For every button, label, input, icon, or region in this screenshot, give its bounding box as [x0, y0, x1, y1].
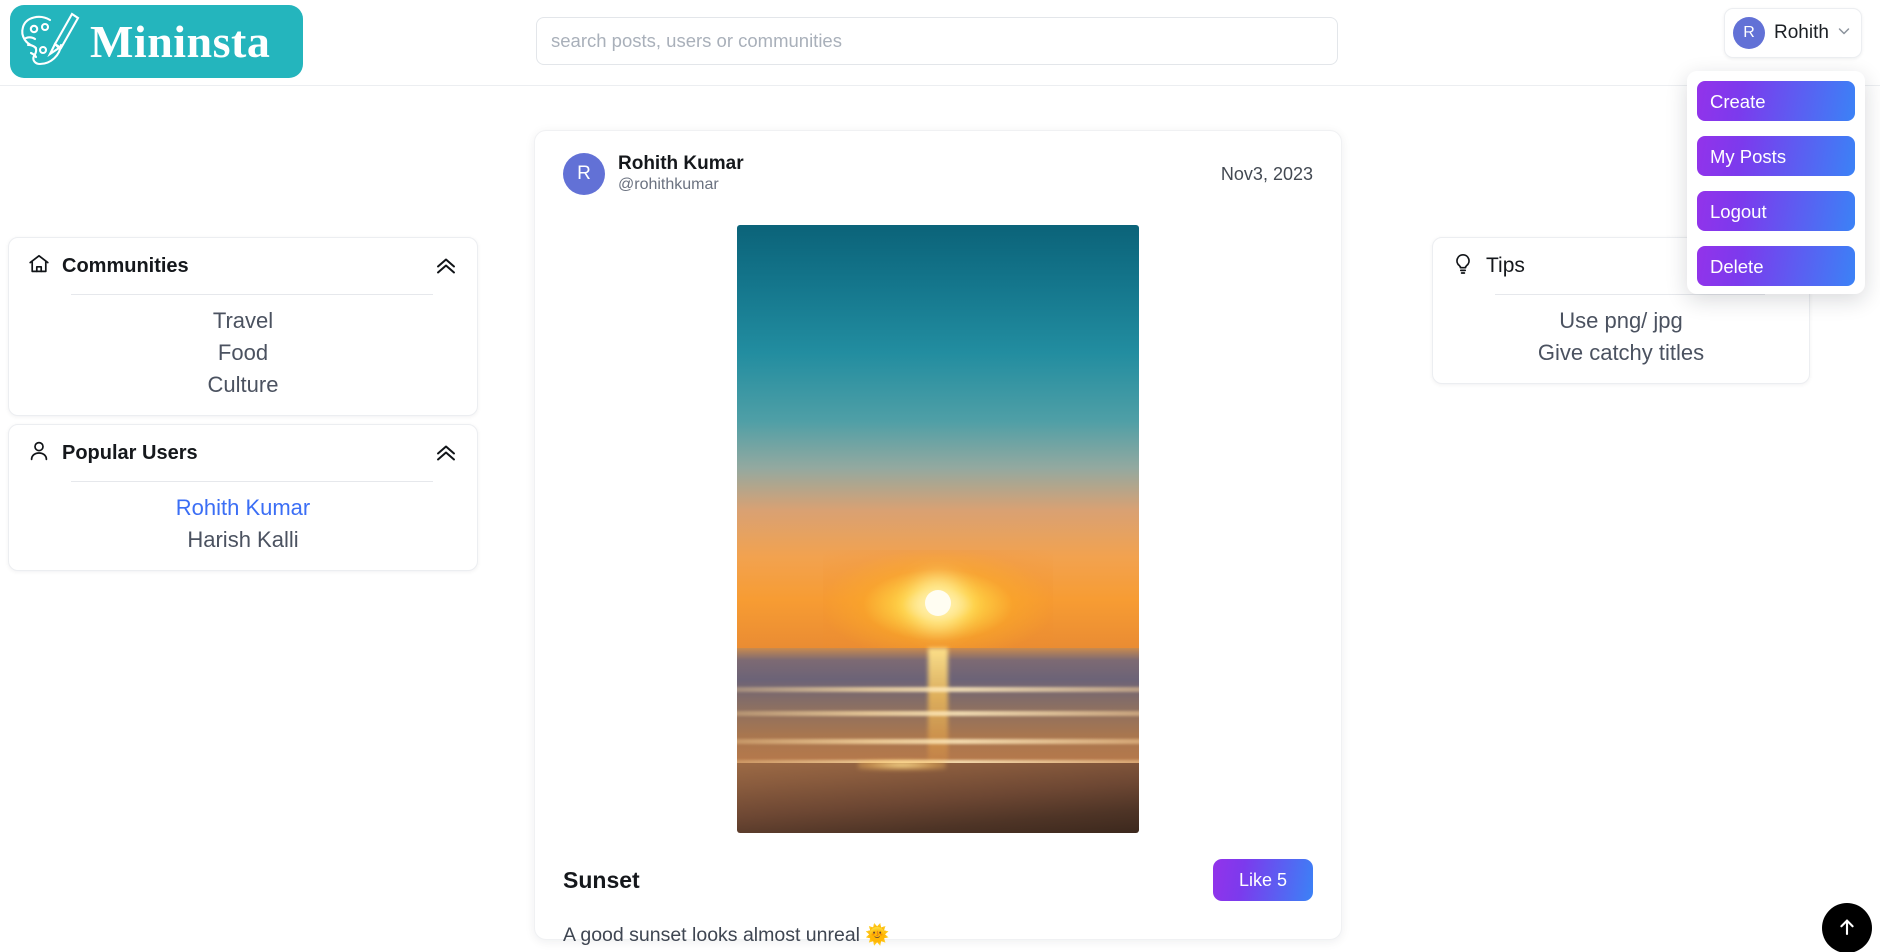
list-item: Give catchy titles: [1537, 340, 1705, 365]
communities-list: Travel Food Culture: [9, 295, 477, 415]
menu-item-logout[interactable]: Logout: [1697, 191, 1855, 231]
chevron-down-icon: [1829, 24, 1851, 43]
app-logo-text: Mininsta: [90, 15, 271, 67]
list-item: Use png/ jpg: [1559, 308, 1683, 333]
list-item[interactable]: Travel: [9, 305, 477, 337]
post-caption: A good sunset looks almost unreal 🌞: [563, 924, 890, 946]
avatar: R: [563, 153, 605, 195]
post-title-row: Sunset Like 5: [563, 859, 1313, 901]
beach-sand: [737, 763, 1139, 833]
post-title: Sunset: [563, 866, 640, 893]
app-header: Mininsta R Rohith: [0, 0, 1880, 86]
menu-item-my-posts[interactable]: My Posts: [1697, 136, 1855, 176]
post-author-name: Rohith Kumar: [618, 153, 744, 174]
post-date: Nov3, 2023: [1220, 163, 1313, 184]
paint-palette-icon: [18, 10, 84, 73]
popular-users-card: Popular Users Rohith Kumar Harish Kalli: [8, 424, 478, 571]
user-menu-label: Rohith: [1774, 22, 1829, 43]
list-item[interactable]: Harish Kalli: [9, 524, 477, 556]
communities-card: Communities Travel Food Culture: [8, 237, 478, 416]
communities-card-title: Communities: [62, 254, 189, 277]
user-dropdown-menu: Create My Posts Logout Delete: [1687, 71, 1865, 294]
list-item[interactable]: Food: [9, 337, 477, 369]
arrow-up-icon: [1835, 915, 1859, 942]
beach-highlight: [857, 760, 947, 771]
like-button[interactable]: Like 5: [1213, 859, 1313, 901]
post-header: R Rohith Kumar @rohithkumar Nov3, 2023: [535, 131, 1341, 195]
menu-item-create[interactable]: Create: [1697, 81, 1855, 121]
sun-reflection: [927, 647, 949, 770]
post-author-handle: @rohithkumar: [618, 176, 719, 193]
post-image[interactable]: [737, 225, 1139, 833]
search-input[interactable]: [536, 17, 1338, 65]
wave: [737, 687, 1139, 693]
post-card: R Rohith Kumar @rohithkumar Nov3, 2023 S…: [534, 130, 1342, 946]
communities-card-header: Communities: [9, 238, 477, 294]
menu-item-delete[interactable]: Delete: [1697, 246, 1855, 286]
app-logo[interactable]: Mininsta: [10, 5, 303, 78]
user-menu-button[interactable]: R Rohith: [1724, 8, 1862, 58]
popular-users-card-title: Popular Users: [62, 441, 198, 464]
list-item[interactable]: Rohith Kumar: [9, 492, 477, 524]
app-root: Mininsta R Rohith Create My Posts Logout…: [0, 0, 1880, 952]
popular-users-list: Rohith Kumar Harish Kalli: [9, 482, 477, 570]
tips-card-title: Tips: [1486, 254, 1525, 277]
chevrons-up-icon[interactable]: [433, 253, 459, 279]
post-footer: Sunset Like 5 A good sunset looks almost…: [535, 833, 1341, 947]
post-author[interactable]: Rohith Kumar @rohithkumar: [618, 153, 744, 195]
person-icon: [27, 439, 51, 468]
lightbulb-icon: [1451, 252, 1475, 281]
chevrons-up-icon[interactable]: [433, 440, 459, 466]
popular-users-card-header: Popular Users: [9, 425, 477, 481]
tips-list: Use png/ jpg Give catchy titles: [1433, 295, 1809, 383]
avatar: R: [1733, 17, 1765, 49]
wave: [737, 711, 1139, 717]
wave: [737, 738, 1139, 744]
sun-disc: [925, 590, 951, 617]
home-icon: [27, 252, 51, 281]
scroll-to-top-button[interactable]: [1822, 903, 1872, 952]
list-item[interactable]: Culture: [9, 369, 477, 401]
